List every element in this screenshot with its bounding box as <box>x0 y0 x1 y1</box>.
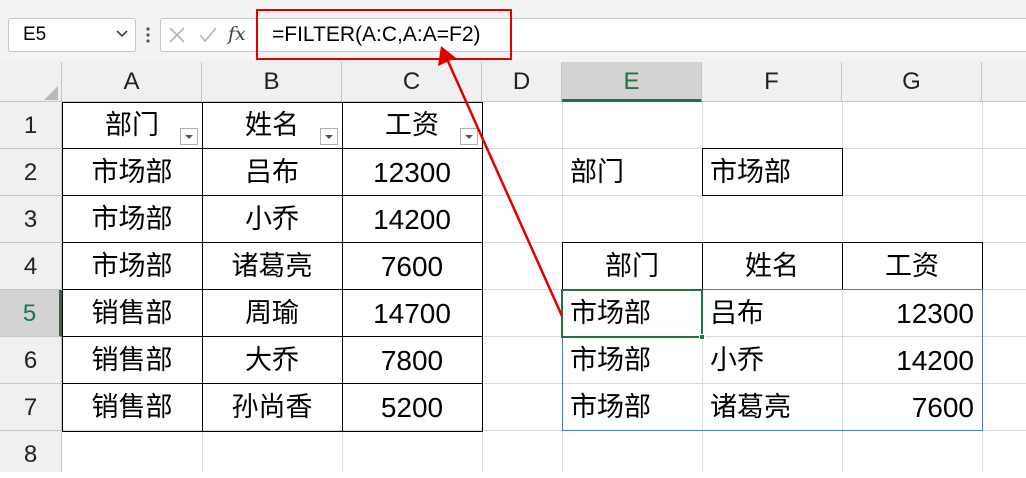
cell-f2[interactable]: 市场部 <box>702 149 842 196</box>
column-header-e[interactable]: E <box>562 62 702 102</box>
cell-c3[interactable]: 14200 <box>342 196 482 243</box>
cell-f7[interactable]: 诸葛亮 <box>702 384 842 431</box>
cell-a3[interactable]: 市场部 <box>62 196 202 243</box>
column-header-d[interactable]: D <box>482 62 562 102</box>
enter-icon[interactable] <box>198 26 218 44</box>
row-header-6[interactable]: 6 <box>0 337 62 384</box>
cell-b3[interactable]: 小乔 <box>202 196 342 243</box>
cell-e7[interactable]: 市场部 <box>562 384 702 431</box>
active-cell-highlight <box>561 289 703 338</box>
cell-e4[interactable]: 部门 <box>562 243 702 290</box>
function-icon[interactable]: fx <box>228 20 254 48</box>
cancel-icon[interactable] <box>168 26 186 44</box>
cell-a4[interactable]: 市场部 <box>62 243 202 290</box>
column-header-a[interactable]: A <box>62 62 202 102</box>
row-header-3[interactable]: 3 <box>0 196 62 243</box>
formula-highlight-box <box>256 9 512 60</box>
select-all-icon[interactable] <box>44 86 58 100</box>
fill-handle[interactable] <box>699 334 705 340</box>
column-header-g[interactable]: G <box>842 62 982 102</box>
cell-b4[interactable]: 诸葛亮 <box>202 243 342 290</box>
cell-b2[interactable]: 吕布 <box>202 149 342 196</box>
cell-f4[interactable]: 姓名 <box>702 243 842 290</box>
cell-e2[interactable]: 部门 <box>562 149 702 196</box>
row-header-4[interactable]: 4 <box>0 243 62 290</box>
cell-g7[interactable]: 7600 <box>842 384 982 431</box>
row-header-8[interactable]: 8 <box>0 431 62 472</box>
cell-c6[interactable]: 7800 <box>342 337 482 384</box>
column-header-f[interactable]: F <box>702 62 842 102</box>
filter-dropdown-icon[interactable] <box>460 128 478 145</box>
cell-b6[interactable]: 大乔 <box>202 337 342 384</box>
cell-g5[interactable]: 12300 <box>842 290 982 337</box>
filter-dropdown-icon[interactable] <box>180 128 198 145</box>
cell-a5[interactable]: 销售部 <box>62 290 202 337</box>
cell-f5[interactable]: 吕布 <box>702 290 842 337</box>
cell-b7[interactable]: 孙尚香 <box>202 384 342 431</box>
cell-a6[interactable]: 销售部 <box>62 337 202 384</box>
cell-a7[interactable]: 销售部 <box>62 384 202 431</box>
cell-c5[interactable]: 14700 <box>342 290 482 337</box>
chevron-down-icon[interactable] <box>116 29 128 39</box>
filter-dropdown-icon[interactable] <box>320 128 338 145</box>
cell-c7[interactable]: 5200 <box>342 384 482 431</box>
more-vertical-icon[interactable] <box>145 25 151 45</box>
row-header-7[interactable]: 7 <box>0 384 62 431</box>
column-header-b[interactable]: B <box>202 62 342 102</box>
row-header-1[interactable]: 1 <box>0 102 62 149</box>
cell-g6[interactable]: 14200 <box>842 337 982 384</box>
cell-g4[interactable]: 工资 <box>842 243 982 290</box>
cell-e6[interactable]: 市场部 <box>562 337 702 384</box>
column-header-next[interactable] <box>982 62 1026 102</box>
row-header-2[interactable]: 2 <box>0 149 62 196</box>
cell-a2[interactable]: 市场部 <box>62 149 202 196</box>
cell-f6[interactable]: 小乔 <box>702 337 842 384</box>
row-header-5[interactable]: 5 <box>0 290 62 337</box>
column-header-c[interactable]: C <box>342 62 482 102</box>
cell-c4[interactable]: 7600 <box>342 243 482 290</box>
cell-c2[interactable]: 12300 <box>342 149 482 196</box>
cell-b5[interactable]: 周瑜 <box>202 290 342 337</box>
